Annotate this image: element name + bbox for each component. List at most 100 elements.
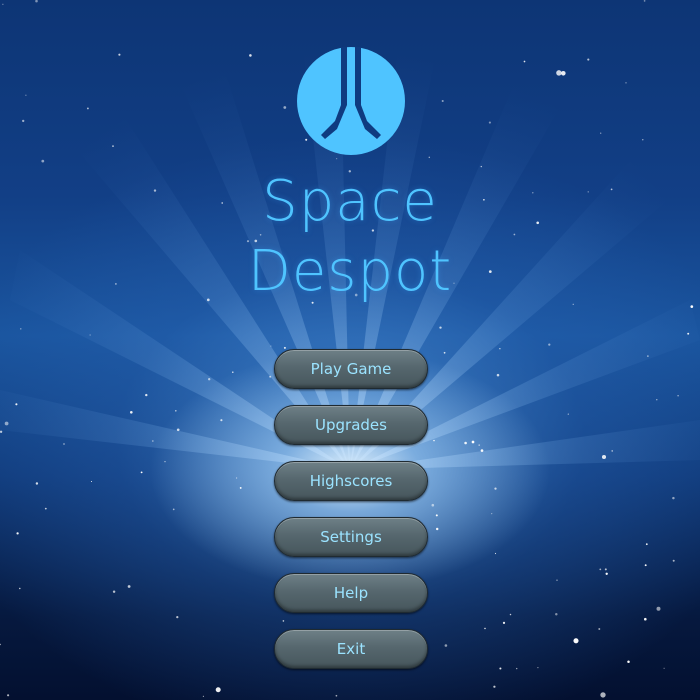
- star: [220, 419, 223, 422]
- game-title-line-2: Despot: [247, 239, 453, 304]
- star: [236, 477, 238, 479]
- star: [127, 585, 131, 588]
- star: [672, 559, 675, 562]
- star: [573, 638, 579, 644]
- star: [7, 694, 10, 697]
- star: [494, 487, 497, 490]
- star: [239, 486, 242, 489]
- star: [112, 590, 116, 593]
- star: [431, 503, 435, 507]
- exit-button[interactable]: Exit: [274, 629, 428, 669]
- main-menu-screen: Space Despot Play Game Upgrades Highscor…: [0, 0, 700, 700]
- star: [176, 428, 180, 432]
- star: [208, 378, 211, 381]
- highscores-button[interactable]: Highscores: [274, 461, 428, 501]
- star: [600, 132, 602, 134]
- star: [151, 440, 154, 442]
- help-button[interactable]: Help: [274, 573, 428, 613]
- star: [172, 508, 175, 511]
- star: [25, 94, 27, 96]
- star: [145, 393, 148, 397]
- star: [86, 107, 89, 110]
- star: [336, 158, 338, 160]
- star: [642, 139, 644, 141]
- star: [259, 234, 262, 236]
- star: [644, 564, 647, 567]
- star: [598, 628, 601, 630]
- star: [335, 694, 338, 697]
- star: [488, 121, 491, 124]
- star: [41, 159, 45, 163]
- star: [435, 514, 438, 517]
- star: [20, 328, 22, 330]
- upgrades-button[interactable]: Upgrades: [274, 405, 428, 445]
- star: [537, 666, 539, 669]
- main-menu: Play Game Upgrades Highscores Settings H…: [274, 349, 428, 685]
- star: [249, 54, 252, 57]
- star: [175, 410, 177, 412]
- star: [561, 71, 566, 76]
- star: [645, 543, 648, 546]
- star: [428, 156, 431, 159]
- star: [63, 443, 65, 445]
- star: [443, 351, 446, 354]
- star: [90, 480, 93, 483]
- star: [441, 99, 444, 103]
- star: [433, 439, 435, 442]
- star: [663, 667, 665, 669]
- star: [548, 343, 551, 346]
- star: [0, 643, 1, 646]
- star: [605, 572, 608, 575]
- settings-button[interactable]: Settings: [274, 517, 428, 557]
- star: [555, 613, 558, 616]
- star: [690, 305, 694, 308]
- star: [643, 0, 646, 2]
- star: [672, 496, 675, 500]
- star: [627, 660, 630, 663]
- star: [15, 403, 18, 406]
- star: [480, 449, 484, 452]
- play-game-button[interactable]: Play Game: [274, 349, 428, 389]
- star: [35, 482, 39, 485]
- star: [601, 454, 607, 460]
- star: [567, 413, 569, 415]
- star: [435, 527, 439, 531]
- star: [499, 667, 502, 670]
- star: [444, 644, 448, 647]
- star: [232, 371, 234, 373]
- star: [22, 119, 25, 123]
- star: [599, 568, 602, 571]
- star: [89, 334, 91, 336]
- star: [516, 667, 518, 670]
- star: [44, 507, 47, 510]
- star: [523, 60, 526, 63]
- star: [112, 145, 114, 147]
- star: [35, 0, 38, 3]
- star: [439, 326, 442, 329]
- star: [2, 3, 4, 5]
- star: [499, 348, 501, 350]
- star: [587, 58, 590, 61]
- star: [509, 613, 512, 616]
- star: [283, 106, 287, 109]
- star: [0, 430, 3, 433]
- star: [611, 450, 614, 452]
- star: [647, 355, 649, 357]
- star: [176, 615, 179, 619]
- star: [19, 587, 21, 590]
- star: [644, 617, 647, 621]
- star: [556, 70, 562, 76]
- emblem-icon: [297, 47, 405, 155]
- star: [502, 621, 506, 625]
- star: [656, 606, 661, 611]
- star: [4, 421, 9, 426]
- game-title-line-1: Space: [262, 169, 438, 234]
- star: [494, 552, 497, 555]
- star: [202, 695, 204, 697]
- star: [269, 375, 272, 378]
- star: [215, 687, 221, 693]
- star: [480, 165, 483, 168]
- star: [556, 579, 558, 581]
- star: [687, 332, 690, 335]
- star: [496, 373, 500, 377]
